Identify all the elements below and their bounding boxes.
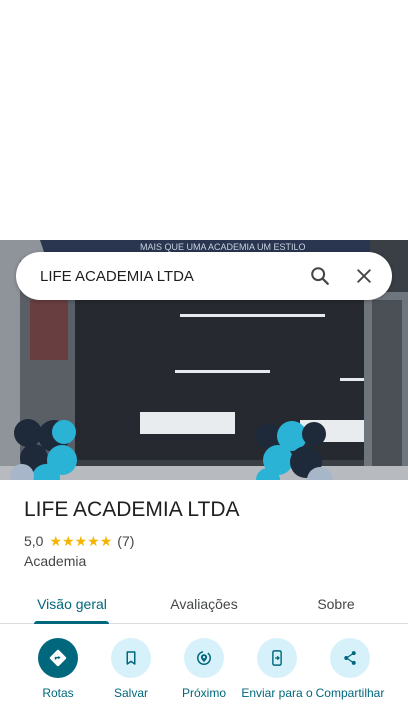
tab-reviews[interactable]: Avaliações (154, 584, 254, 624)
send-to-phone-button-circle[interactable] (257, 638, 297, 678)
close-icon (357, 269, 371, 283)
share-button-circle[interactable] (330, 638, 370, 678)
place-tabs: Visão geral Avaliações Sobre (0, 584, 408, 624)
search-button[interactable] (302, 258, 338, 294)
share-button[interactable]: Compartilhar (313, 638, 387, 700)
search-input[interactable]: LIFE ACADEMIA LTDA (40, 268, 302, 285)
place-category: Academia (24, 553, 87, 569)
bookmark-icon (126, 651, 136, 665)
tab-reviews-label: Avaliações (170, 596, 238, 612)
review-count: (7) (117, 533, 135, 549)
star-icon: ★ (62, 533, 75, 549)
rating-row[interactable]: 5,0 ★ ★ ★ ★ ★ (7) (24, 532, 134, 550)
save-button[interactable]: Salvar (94, 638, 168, 700)
share-label: Compartilhar (315, 686, 385, 700)
save-button-circle[interactable] (111, 638, 151, 678)
rating-value: 5,0 (24, 533, 44, 549)
active-tab-indicator (34, 621, 109, 624)
nearby-button-circle[interactable] (184, 638, 224, 678)
send-to-phone-label: Enviar para o (241, 686, 313, 700)
directions-label: Rotas (42, 686, 74, 700)
rating-stars: ★ ★ ★ ★ ★ (49, 534, 112, 548)
map-blank-area (0, 0, 408, 240)
place-title: LIFE ACADEMIA LTDA (24, 498, 240, 521)
star-icon: ★ (49, 533, 63, 549)
share-icon (344, 651, 356, 665)
directions-button[interactable]: Rotas (21, 638, 95, 700)
send-to-phone-icon (272, 650, 282, 666)
tab-about-label: Sobre (317, 596, 355, 612)
star-icon: ★ (74, 533, 88, 549)
directions-icon (49, 649, 67, 667)
star-icon: ★ (99, 533, 113, 549)
nearby-icon (197, 651, 211, 665)
search-bar[interactable]: LIFE ACADEMIA LTDA (16, 252, 392, 300)
tab-overview-label: Visão geral (37, 596, 107, 612)
action-buttons: Rotas Salvar Próximo Enviar para o Compa… (0, 638, 408, 720)
nearby-button[interactable]: Próximo (167, 638, 241, 700)
star-icon: ★ (87, 533, 100, 549)
tab-overview[interactable]: Visão geral (22, 584, 122, 624)
clear-search-button[interactable] (346, 258, 382, 294)
search-icon (311, 267, 329, 285)
nearby-label: Próximo (181, 686, 226, 700)
send-to-phone-button[interactable]: Enviar para o (240, 638, 314, 700)
tab-about[interactable]: Sobre (286, 584, 386, 624)
banner-text: MAIS QUE UMA ACADEMIA UM ESTILO (140, 242, 306, 252)
directions-button-circle[interactable] (38, 638, 78, 678)
save-label: Salvar (113, 686, 148, 700)
